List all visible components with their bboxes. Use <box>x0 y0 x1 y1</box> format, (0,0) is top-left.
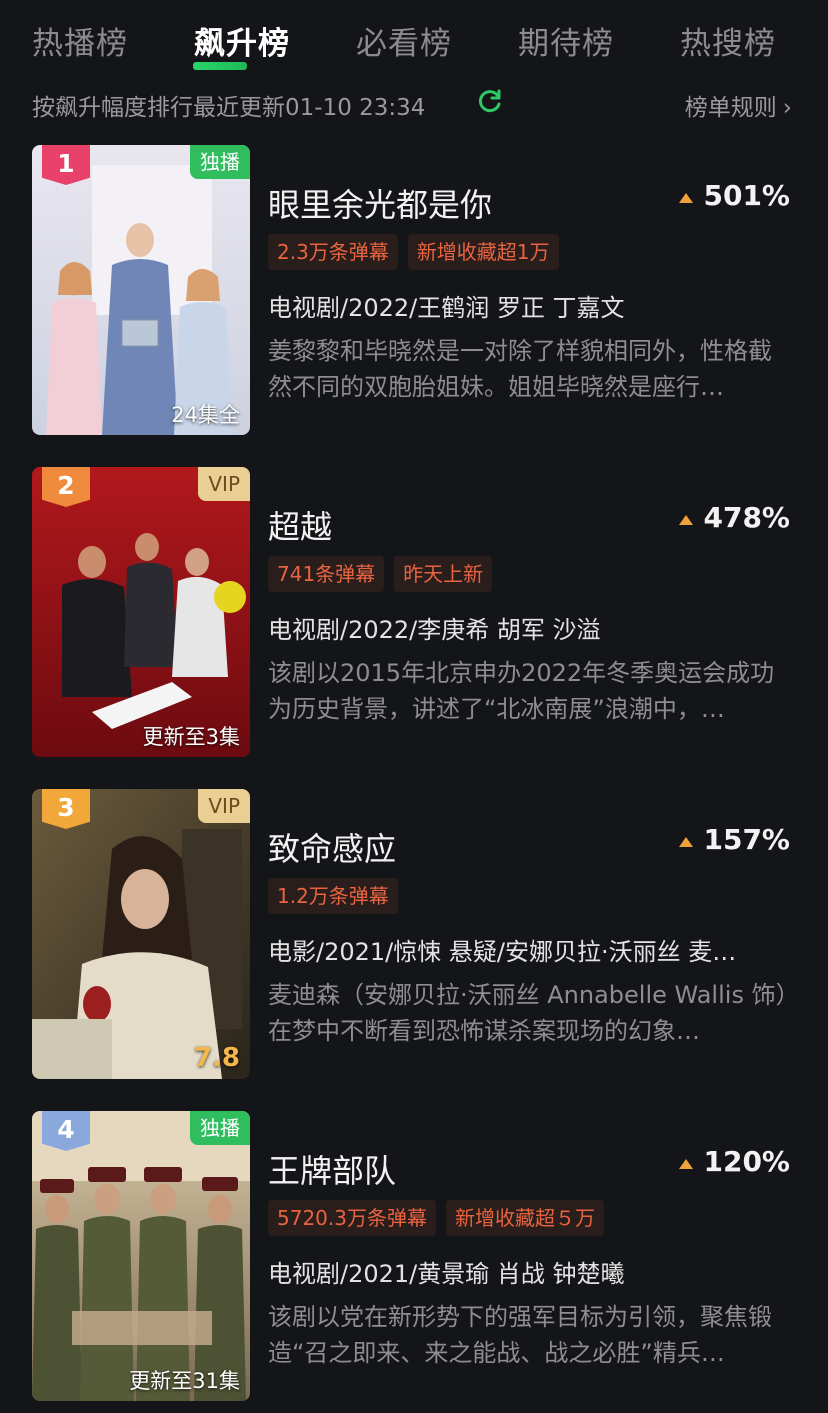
favorites-chip: 新增收藏超1万 <box>407 234 559 270</box>
rise-arrow-icon <box>679 837 694 847</box>
rise-arrow-icon <box>679 1159 694 1169</box>
item-description: 该剧以2015年北京申办2022年冬季奥运会成功为历史背景，讲述了“北冰南展”浪… <box>268 659 775 723</box>
vip-badge: VIP <box>198 789 250 823</box>
item-title[interactable]: 致命感应 <box>268 824 396 870</box>
item-description: 麦迪森（安娜贝拉·沃丽丝 Annabelle Wallis 饰）在梦中不断看到恐… <box>268 981 788 1045</box>
list-item[interactable]: 3 VIP 7.8 致命感应 157% 1.2万条弹幕 电影/2021/惊悚 悬… <box>32 789 796 1079</box>
item-tags: 741条弹幕 昨天上新 <box>268 556 502 592</box>
rise-value: 478% <box>703 501 790 534</box>
item-meta: 电视剧/2022/李庚希 胡军 沙溢 <box>268 616 601 644</box>
item-tags: 2.3万条弹幕 新增收藏超1万 <box>268 234 569 270</box>
new-release-chip: 昨天上新 <box>394 556 493 592</box>
tab-rising[interactable]: 飙升榜 <box>194 18 290 63</box>
rise-percentage: 478% <box>679 501 790 534</box>
poster-image[interactable]: 3 VIP 7.8 <box>32 789 250 1079</box>
item-meta: 电影/2021/惊悚 悬疑/安娜贝拉·沃丽丝 麦… <box>268 938 737 966</box>
item-info: 致命感应 157% 1.2万条弹幕 电影/2021/惊悚 悬疑/安娜贝拉·沃丽丝… <box>268 789 796 1079</box>
danmaku-count-chip: 741条弹幕 <box>268 556 385 592</box>
exclusive-badge: 独播 <box>190 1111 250 1145</box>
active-tab-indicator <box>193 62 247 70</box>
tab-hot-search[interactable]: 热搜榜 <box>680 18 776 63</box>
episode-status: 24集全 <box>171 403 240 427</box>
item-tags: 1.2万条弹幕 <box>268 878 408 914</box>
danmaku-count-chip: 1.2万条弹幕 <box>268 878 398 914</box>
item-meta: 电视剧/2021/黄景瑜 肖战 钟楚曦 <box>268 1260 625 1288</box>
rise-percentage: 120% <box>679 1145 790 1178</box>
rise-value: 501% <box>703 179 790 212</box>
tab-must-watch[interactable]: 必看榜 <box>356 18 452 63</box>
rise-value: 157% <box>703 823 790 856</box>
rank-badge: 4 <box>42 1111 90 1151</box>
list-item[interactable]: 4 独播 更新至31集 王牌部队 120% 5720.3万条弹幕 新增收藏超５万 … <box>32 1111 796 1401</box>
tab-anticipated[interactable]: 期待榜 <box>518 18 614 63</box>
poster-artwork <box>32 1111 250 1401</box>
ranking-subbar: 按飙升幅度排行最近更新01-10 23:34 榜单规则 › <box>32 86 796 122</box>
rating-score: 7.8 <box>193 1043 240 1073</box>
rules-label: 榜单规则 <box>684 95 777 121</box>
item-title[interactable]: 王牌部队 <box>268 1146 396 1192</box>
rank-badge: 1 <box>42 145 90 185</box>
rise-value: 120% <box>703 1145 790 1178</box>
item-meta: 电视剧/2022/王鹤润 罗正 丁嘉文 <box>268 294 625 322</box>
episode-status: 更新至3集 <box>142 725 240 749</box>
poster-image[interactable]: 1 独播 24集全 <box>32 145 250 435</box>
tab-hot-play[interactable]: 热播榜 <box>32 18 128 63</box>
ranking-rules-link[interactable]: 榜单规则 › <box>685 88 792 122</box>
rise-arrow-icon <box>679 193 694 203</box>
poster-image[interactable]: 2 VIP 更新至3集 <box>32 467 250 757</box>
favorites-chip: 新增收藏超５万 <box>445 1200 604 1236</box>
item-info: 眼里余光都是你 501% 2.3万条弹幕 新增收藏超1万 电视剧/2022/王鹤润… <box>268 145 796 435</box>
item-description: 该剧以党在新形势下的强军目标为引领，聚焦锻造“召之即来、来之能战、战之必胜”精兵… <box>268 1303 772 1367</box>
item-title[interactable]: 眼里余光都是你 <box>268 180 492 226</box>
vip-badge: VIP <box>198 467 250 501</box>
poster-image[interactable]: 4 独播 更新至31集 <box>32 1111 250 1401</box>
sort-update-text: 按飙升幅度排行最近更新01-10 23:34 <box>32 95 426 121</box>
poster-artwork <box>32 145 250 435</box>
item-info: 超越 478% 741条弹幕 昨天上新 电视剧/2022/李庚希 胡军 沙溢 该剧… <box>268 467 796 757</box>
item-info: 王牌部队 120% 5720.3万条弹幕 新增收藏超５万 电视剧/2021/黄景瑜… <box>268 1111 796 1401</box>
episode-status: 更新至31集 <box>129 1369 240 1393</box>
danmaku-count-chip: 5720.3万条弹幕 <box>268 1200 436 1236</box>
rank-badge: 3 <box>42 789 90 829</box>
rise-percentage: 157% <box>679 823 790 856</box>
item-title[interactable]: 超越 <box>268 502 332 548</box>
item-description: 姜黎黎和毕晓然是一对除了样貌相同外，性格截然不同的双胞胎姐妹。姐姐毕晓然是座行… <box>268 337 772 401</box>
chevron-right-icon: › <box>782 95 792 121</box>
list-item[interactable]: 1 独播 24集全 眼里余光都是你 501% 2.3万条弹幕 新增收藏超1万 电视… <box>32 145 796 435</box>
item-tags: 5720.3万条弹幕 新增收藏超５万 <box>268 1200 614 1236</box>
rise-arrow-icon <box>679 515 694 525</box>
rank-badge: 2 <box>42 467 90 507</box>
poster-artwork <box>32 467 250 757</box>
poster-artwork <box>32 789 250 1079</box>
refresh-icon[interactable] <box>476 87 504 115</box>
ranking-tabs: 热播榜 飙升榜 必看榜 期待榜 热搜榜 <box>0 18 828 72</box>
exclusive-badge: 独播 <box>190 145 250 179</box>
rise-percentage: 501% <box>679 179 790 212</box>
danmaku-count-chip: 2.3万条弹幕 <box>268 234 398 270</box>
list-item[interactable]: 2 VIP 更新至3集 超越 478% 741条弹幕 昨天上新 电视剧/2022/… <box>32 467 796 757</box>
